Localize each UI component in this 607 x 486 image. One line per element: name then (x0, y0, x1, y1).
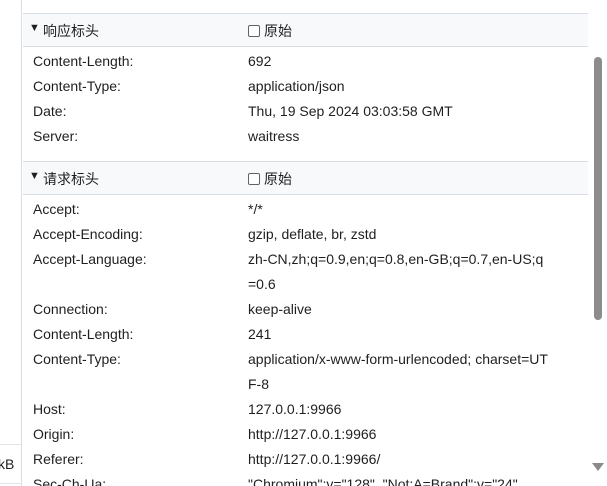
header-value: gzip, deflate, br, zstd (248, 226, 377, 242)
header-key: Server: (33, 128, 79, 144)
checkbox-icon[interactable] (248, 25, 260, 37)
header-key: Content-Length: (33, 53, 134, 69)
header-key: Connection: (33, 301, 108, 317)
header-value: application/x-www-form-urlencoded; chars… (248, 351, 548, 392)
response-raw-toggle[interactable]: 原始 (248, 21, 292, 41)
header-key: Accept: (33, 201, 80, 217)
request-raw-toggle[interactable]: 原始 (248, 169, 292, 189)
header-key: Sec-Ch-Ua: (33, 476, 107, 486)
header-value: 241 (248, 326, 272, 342)
header-value: waitress (248, 128, 300, 144)
vertical-scrollbar[interactable] (589, 0, 607, 486)
header-value: "Chromium";v="128", "Not;A=Brand";v="24" (248, 476, 518, 486)
request-headers-title: 请求标头 (43, 171, 99, 187)
raw-label: 原始 (264, 23, 292, 39)
header-value: application/json (248, 78, 345, 94)
header-value: */* (248, 201, 263, 217)
header-value: 692 (248, 53, 272, 69)
size-fragment: kB (0, 456, 15, 472)
collapse-triangle-icon[interactable]: ▼ (29, 170, 40, 182)
header-key: Date: (33, 103, 67, 119)
pane-divider[interactable] (21, 0, 22, 486)
header-value: Thu, 19 Sep 2024 03:03:58 GMT (248, 103, 453, 119)
request-headers-header[interactable]: ▼ 请求标头 原始 (23, 161, 588, 195)
header-key: Content-Type: (33, 78, 121, 94)
headers-panel: ▼ 响应标头 原始 Content-Length: 692 Content-Ty… (23, 0, 588, 486)
header-value: http://127.0.0.1:9966 (248, 426, 377, 442)
request-size-cell[interactable]: kB (0, 444, 22, 484)
header-value: http://127.0.0.1:9966/ (248, 451, 381, 467)
header-key: Content-Type: (33, 351, 121, 367)
header-value: keep-alive (248, 301, 312, 317)
header-key: Accept-Encoding: (33, 226, 143, 242)
response-headers-title: 响应标头 (43, 23, 99, 39)
checkbox-icon[interactable] (248, 173, 260, 185)
scrollbar-thumb[interactable] (594, 57, 602, 320)
header-key: Host: (33, 401, 66, 417)
left-pane: kB (0, 0, 22, 486)
header-key: Origin: (33, 426, 75, 442)
scroll-down-arrow-icon[interactable] (592, 463, 604, 471)
header-value: 127.0.0.1:9966 (248, 401, 342, 417)
collapse-triangle-icon[interactable]: ▼ (29, 22, 40, 34)
header-value: zh-CN,zh;q=0.9,en;q=0.8,en-GB;q=0.7,en-U… (248, 251, 544, 292)
raw-label: 原始 (264, 171, 292, 187)
response-headers-header[interactable]: ▼ 响应标头 原始 (23, 13, 588, 47)
header-key: Content-Length: (33, 326, 134, 342)
header-key: Referer: (33, 451, 84, 467)
header-key: Accept-Language: (33, 251, 147, 267)
